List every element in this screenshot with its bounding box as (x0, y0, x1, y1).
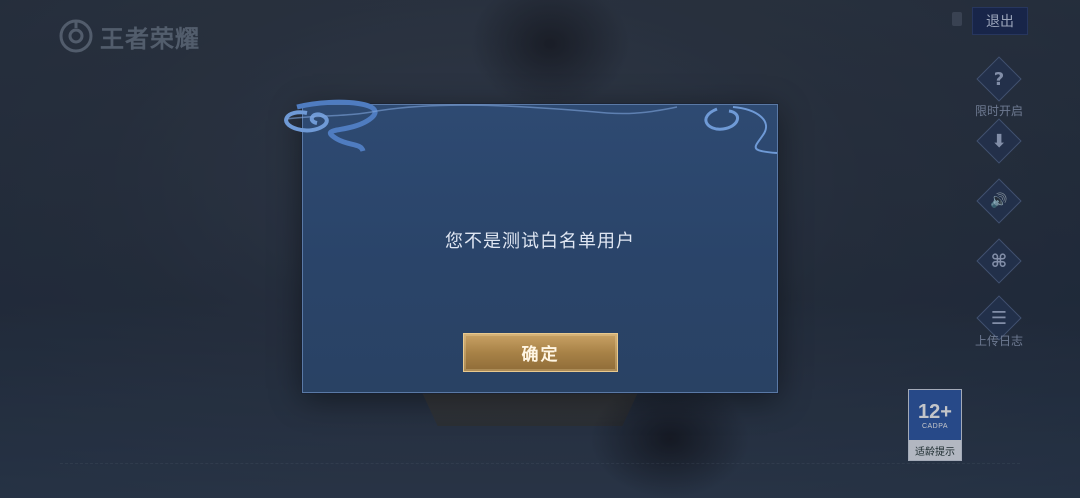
confirm-button[interactable]: 确定 (463, 333, 618, 372)
alert-dialog: 您不是测试白名单用户 确定 (284, 99, 778, 393)
cloud-swirl-decoration (284, 99, 778, 154)
dialog-message: 您不是测试白名单用户 (445, 231, 635, 252)
